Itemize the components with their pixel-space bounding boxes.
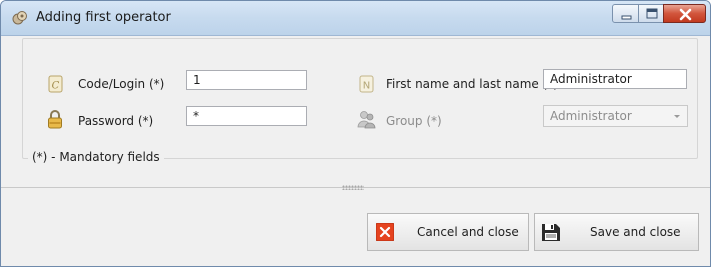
cancel-x-icon [375,222,395,242]
first-last-name-label: First name and last name (*) [386,77,558,91]
close-button[interactable] [663,4,706,23]
title-bar[interactable]: Adding first operator [1,1,710,36]
name-card-icon: N [357,74,377,94]
padlock-icon [45,109,65,129]
floppy-disk-icon [541,222,561,242]
dialog-window: Adding first operator C Code/Login (*) 1… [0,0,711,267]
minimize-button[interactable] [612,4,639,23]
maximize-icon [646,8,658,19]
password-label: Password (*) [78,114,154,128]
code-login-input[interactable] [186,70,307,90]
password-input[interactable] [186,106,307,126]
splitter-grip[interactable] [342,185,364,190]
cancel-button-label: Cancel and close [417,225,519,239]
save-and-close-button[interactable]: Save and close [534,213,699,251]
maximize-button[interactable] [638,4,664,23]
svg-text:C: C [52,81,60,92]
code-login-label: Code/Login (*) [78,77,165,91]
operator-form-group [22,38,698,159]
code-login-icon: C [46,74,66,94]
close-icon [679,8,692,21]
svg-text:N: N [363,81,370,92]
save-button-label: Save and close [590,225,681,239]
first-last-name-input[interactable] [543,69,687,89]
group-select-value: Administrator [550,109,632,123]
chevron-down-icon [674,115,680,118]
group-label: Group (*) [386,114,442,128]
operator-app-icon [12,10,28,26]
group-select[interactable]: Administrator [543,105,688,127]
users-group-icon [356,109,376,129]
window-title: Adding first operator [36,10,171,25]
cancel-and-close-button[interactable]: Cancel and close [367,213,529,251]
mandatory-fields-note: (*) - Mandatory fields [28,150,164,164]
minimize-icon [621,15,632,20]
